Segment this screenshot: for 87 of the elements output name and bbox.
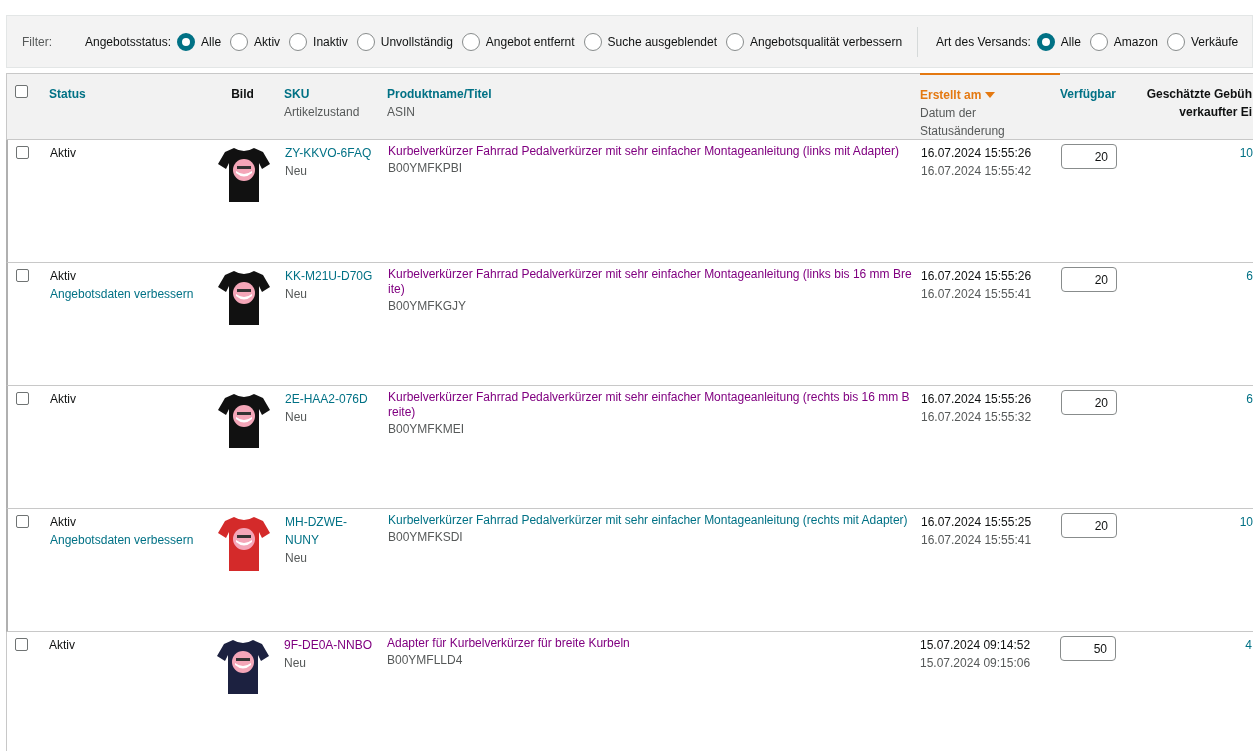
radio-label[interactable]: Inaktiv: [313, 32, 348, 51]
column-header[interactable]: Produktname/Titel: [387, 85, 492, 103]
product-title-link[interactable]: Kurbelverkürzer Fahrrad Pedalverkürzer mit sehr einfacher Montageanleitung (rechts mit Adapter): [388, 513, 913, 528]
product-title-link[interactable]: Kurbelverkürzer Fahrrad Pedalverkürzer mit sehr einfacher Montageanleitung (links bis 16 mm Breite): [388, 267, 913, 297]
filter-label: Filter:: [22, 33, 52, 51]
fee-value: 10: [1238, 145, 1253, 162]
sku-link[interactable]: 2E-HAA2-076D: [285, 390, 380, 408]
created-date: 16.07.2024 15:55:26: [921, 145, 1033, 162]
created-date: 16.07.2024 15:55:26: [921, 268, 1033, 285]
radio-button[interactable]: [356, 32, 375, 51]
radio-button[interactable]: [289, 32, 308, 51]
status-text: Aktiv: [50, 391, 77, 408]
column-subheader: Datum der Statusänderung: [920, 105, 1006, 140]
filter-group-label: Art des Versands:: [936, 33, 1031, 51]
quantity-field[interactable]: 20: [1061, 267, 1117, 292]
column-subheader: ASIN: [387, 104, 416, 121]
sort-caret-icon[interactable]: [985, 92, 996, 98]
status-text: Aktiv: [50, 268, 77, 285]
improve-link[interactable]: Angebotsdaten verbessern: [50, 287, 194, 301]
product-title-link[interactable]: Kurbelverkürzer Fahrrad Pedalverkürzer mit sehr einfacher Montageanleitung (rechts bis 16 mm Breite): [388, 390, 913, 420]
asin-text: B00YMFKPBI: [388, 160, 464, 177]
column-subheader: verkaufter Ei: [1178, 104, 1252, 121]
column-header: Bild: [230, 86, 255, 103]
column-header: Geschätzte Gebüh: [1145, 86, 1252, 103]
radio-button[interactable]: [583, 32, 602, 51]
product-title-link[interactable]: Kurbelverkürzer Fahrrad Pedalverkürzer mit sehr einfacher Montageanleitung (links mit Adapter): [388, 144, 913, 159]
status-text: Aktiv: [50, 514, 77, 531]
radio-label[interactable]: Suche ausgeblendet: [607, 32, 717, 51]
column-header[interactable]: Verfügbar: [1060, 85, 1116, 103]
created-date: 15.07.2024 09:14:52: [920, 637, 1032, 654]
radio-button[interactable]: [1036, 32, 1055, 51]
column-subheader: Artikelzustand: [284, 104, 361, 121]
column-header[interactable]: Status: [49, 85, 86, 103]
fee-value: 4: [1244, 637, 1252, 654]
sku-link[interactable]: ZY-KKVO-6FAQ: [285, 144, 380, 162]
radio-label[interactable]: Unvollständig: [380, 32, 453, 51]
quantity-field[interactable]: 20: [1061, 513, 1117, 538]
fee-value: 6: [1245, 391, 1253, 408]
changed-date: 16.07.2024 15:55:32: [921, 409, 1033, 426]
quantity-field[interactable]: 20: [1061, 390, 1117, 415]
condition-text: Neu: [285, 550, 308, 567]
sku-link[interactable]: 9F-DE0A-NNBO: [284, 636, 379, 654]
condition-text: Neu: [285, 163, 308, 180]
checkbox[interactable]: [15, 85, 28, 98]
asin-text: B00YMFKGJY: [388, 298, 468, 315]
checkbox[interactable]: [15, 638, 28, 651]
radio-label[interactable]: Amazon: [1113, 32, 1158, 51]
checkbox[interactable]: [16, 146, 29, 159]
condition-text: Neu: [285, 409, 308, 426]
radio-button[interactable]: [1166, 32, 1185, 51]
changed-date: 15.07.2024 09:15:06: [920, 655, 1032, 672]
radio-label[interactable]: Aktiv: [254, 32, 281, 51]
radio-label[interactable]: Alle: [1060, 32, 1081, 51]
checkbox[interactable]: [16, 515, 29, 528]
quantity-field[interactable]: 20: [1061, 144, 1117, 169]
checkbox[interactable]: [16, 269, 29, 282]
sku-link[interactable]: KK-M21U-D70G: [285, 267, 380, 285]
filter-group-label: Angebotsstatus:: [85, 33, 172, 51]
asin-text: B00YMFKMEI: [388, 421, 466, 438]
radio-label[interactable]: Alle: [201, 32, 222, 51]
radio-button[interactable]: [461, 32, 480, 51]
changed-date: 16.07.2024 15:55:41: [921, 532, 1033, 549]
status-text: Aktiv: [50, 145, 77, 162]
radio-label[interactable]: Verkäufe: [1190, 32, 1239, 51]
created-date: 16.07.2024 15:55:26: [921, 391, 1033, 408]
checkbox[interactable]: [16, 392, 29, 405]
radio-button[interactable]: [177, 32, 196, 51]
radio-button[interactable]: [230, 32, 249, 51]
radio-button[interactable]: [726, 32, 744, 51]
fee-value: 10: [1238, 514, 1253, 531]
condition-text: Neu: [285, 286, 308, 303]
status-text: Aktiv: [49, 637, 76, 654]
sku-link[interactable]: MH-DZWE-NUNY: [285, 513, 380, 549]
asin-text: B00YMFLLD4: [387, 652, 464, 669]
fee-value: 6: [1245, 268, 1253, 285]
asin-text: B00YMFKSDI: [388, 529, 464, 546]
radio-label[interactable]: Angebot entfernt: [485, 32, 575, 51]
changed-date: 16.07.2024 15:55:42: [921, 163, 1033, 180]
product-title-link[interactable]: Adapter für Kurbelverkürzer für breite Kurbeln: [387, 636, 912, 651]
changed-date: 16.07.2024 15:55:41: [921, 286, 1033, 303]
condition-text: Neu: [284, 655, 307, 672]
improve-link[interactable]: Angebotsdaten verbessern: [50, 533, 194, 547]
created-date: 16.07.2024 15:55:25: [921, 514, 1033, 531]
quantity-field[interactable]: 50: [1060, 636, 1116, 661]
radio-label[interactable]: Angebotsqualität verbessern: [750, 32, 903, 51]
column-header[interactable]: SKU: [284, 85, 310, 103]
radio-button[interactable]: [1089, 32, 1108, 51]
